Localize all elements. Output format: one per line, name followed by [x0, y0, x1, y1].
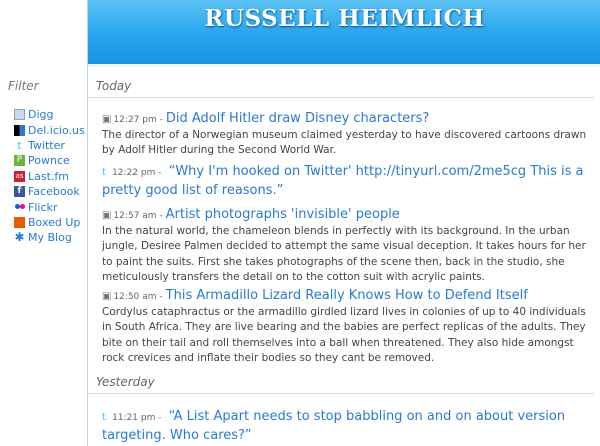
day-label-yesterday: Yesterday: [96, 375, 155, 389]
feed-entry: ▣ 12:27 pm - Did Adolf Hitler draw Disne…: [102, 110, 592, 159]
entry-title-link[interactable]: “A List Apart needs to stop babbling on …: [102, 409, 565, 443]
main-column: RUSSELL HEIMLICH Today ▣ 12:27 pm - Did …: [87, 0, 600, 446]
entry-time: 12:57 am -: [113, 211, 163, 221]
entry-time: 12:22 pm -: [112, 168, 162, 178]
filter-item-label: Last.fm: [28, 169, 69, 183]
twitter-icon: t: [17, 138, 22, 152]
entry-title-link[interactable]: Did Adolf Hitler draw Disney characters?: [166, 110, 429, 127]
feed-entry: t 12:22 pm - “Why I'm hooked on Twitter'…: [102, 163, 592, 199]
feed-entry: ▣ 12:57 am - Artist photographs 'invisib…: [102, 206, 592, 285]
delicious-icon: [14, 124, 25, 136]
entry-title-link[interactable]: “Why I'm hooked on Twitter' http://tinyu…: [102, 164, 584, 198]
entry-body: The director of a Norwegian museum claim…: [102, 129, 587, 157]
filter-item-lastfm[interactable]: as Last.fm: [14, 169, 85, 184]
filter-list: Digg Del.icio.us t Twitter P Pownce as L…: [14, 107, 85, 246]
filter-item-pownce[interactable]: P Pownce: [14, 153, 85, 168]
feed-entry: ▣ 12:50 am - This Armadillo Lizard Reall…: [102, 287, 592, 366]
filter-item-twitter[interactable]: t Twitter: [14, 138, 85, 153]
filter-item-label: Flickr: [28, 200, 58, 214]
site-header: RUSSELL HEIMLICH: [88, 0, 600, 67]
filter-sidebar: Filter Digg Del.icio.us t Twitter P Pown…: [0, 0, 87, 446]
filter-item-delicious[interactable]: Del.icio.us: [14, 122, 85, 137]
flickr-icon: [14, 202, 25, 213]
boxedup-icon: [14, 216, 25, 228]
digg-icon: ▣: [102, 210, 112, 221]
site-title[interactable]: RUSSELL HEIMLICH: [88, 5, 600, 32]
filter-item-label: Twitter: [28, 138, 65, 152]
digg-icon: ▣: [102, 291, 112, 302]
entry-body: In the natural world, the chameleon blen…: [102, 225, 586, 283]
filter-item-blog[interactable]: ✱ My Blog: [14, 230, 85, 245]
filter-title: Filter: [8, 79, 39, 93]
filter-item-label: Digg: [28, 108, 54, 122]
entry-time: 12:50 am -: [113, 292, 163, 302]
filter-item-label: My Blog: [28, 231, 72, 245]
day-divider: [88, 97, 594, 98]
facebook-icon: f: [14, 186, 25, 198]
entry-time: 11:21 pm -: [112, 413, 162, 423]
entry-body: Cordylus cataphractus or the armadillo g…: [102, 306, 586, 364]
filter-item-label: Boxed Up: [28, 215, 81, 229]
digg-icon: [14, 109, 25, 121]
entry-time: 12:27 pm -: [113, 115, 163, 125]
entry-title-link[interactable]: Artist photographs 'invisible' people: [166, 206, 400, 223]
filter-item-digg[interactable]: Digg: [14, 107, 85, 122]
twitter-icon: t: [102, 412, 106, 423]
filter-item-label: Del.icio.us: [28, 123, 85, 137]
filter-item-label: Facebook: [28, 185, 80, 199]
day-label-today: Today: [96, 79, 132, 93]
twitter-icon: t: [102, 167, 106, 178]
day-divider: [88, 393, 594, 394]
feed-entry: t 11:21 pm - “A List Apart needs to stop…: [102, 408, 592, 444]
filter-item-facebook[interactable]: f Facebook: [14, 184, 85, 199]
filter-item-label: Pownce: [28, 154, 70, 168]
pownce-icon: P: [14, 155, 25, 167]
digg-icon: ▣: [102, 114, 112, 125]
entry-title-link[interactable]: This Armadillo Lizard Really Knows How t…: [166, 287, 528, 304]
filter-item-flickr[interactable]: Flickr: [14, 199, 85, 214]
filter-item-boxedup[interactable]: Boxed Up: [14, 215, 85, 230]
lastfm-icon: as: [14, 170, 25, 182]
blog-icon: ✱: [14, 230, 25, 245]
